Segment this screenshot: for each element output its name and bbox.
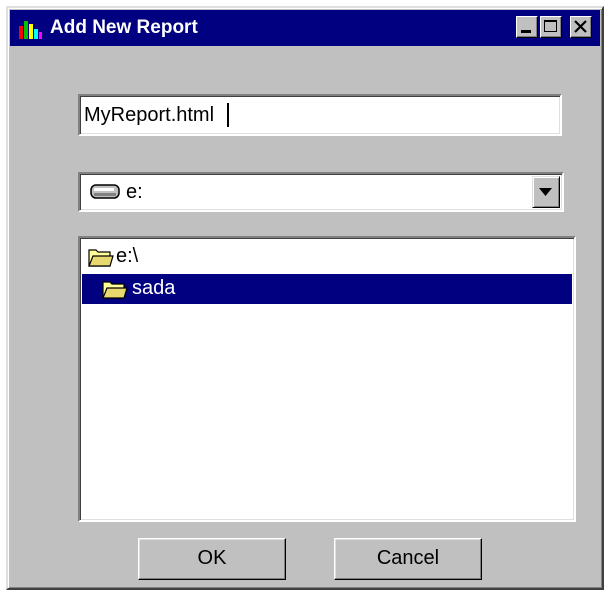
open-folder-icon [88, 249, 114, 267]
cancel-button[interactable]: Cancel [334, 538, 482, 580]
drive-dropdown-button[interactable] [532, 176, 560, 208]
minimize-icon [521, 30, 531, 33]
close-icon [574, 20, 587, 33]
minimize-button[interactable] [516, 16, 538, 38]
report-name-input[interactable] [84, 101, 544, 129]
chevron-down-icon [539, 188, 552, 196]
window-title: Add New Report [50, 17, 198, 38]
folder-list[interactable]: e:\ sada [78, 236, 576, 522]
ok-button[interactable]: OK [138, 538, 286, 580]
close-button[interactable] [570, 16, 592, 38]
drive-value: e: [126, 181, 143, 203]
title-bar[interactable]: Add New Report [10, 10, 600, 46]
open-folder-icon [102, 281, 128, 299]
list-item-root-folder[interactable]: e:\ [82, 242, 572, 272]
maximize-icon [544, 20, 557, 32]
drive-icon [90, 184, 120, 199]
folder-label: sada [132, 277, 176, 299]
list-item-sada-folder[interactable]: sada [82, 274, 572, 304]
report-name-field[interactable] [78, 94, 562, 136]
maximize-button[interactable] [540, 16, 562, 38]
folder-label: e:\ [116, 245, 139, 267]
text-caret [227, 103, 229, 127]
bar-chart-icon [19, 21, 42, 39]
drive-select[interactable]: e: [78, 172, 564, 212]
add-new-report-dialog: Add New Report e: [6, 6, 604, 590]
